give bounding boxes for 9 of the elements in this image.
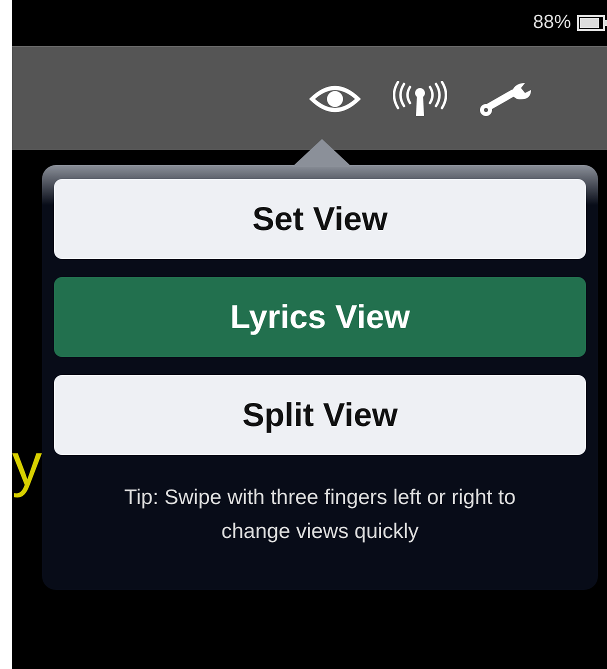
view-option-button[interactable]: Set View <box>54 179 586 259</box>
view-option-button[interactable]: Lyrics View <box>54 277 586 357</box>
popover-arrow-icon <box>292 139 352 167</box>
antenna-signal-icon[interactable] <box>393 80 447 116</box>
view-option-button[interactable]: Split View <box>54 375 586 455</box>
tip-text: Tip: Swipe with three fingers left or right to change views quickly <box>123 485 517 545</box>
battery-icon <box>577 15 607 31</box>
battery-percentage: 88% <box>532 12 571 34</box>
lyrics-text: y <box>12 435 42 495</box>
